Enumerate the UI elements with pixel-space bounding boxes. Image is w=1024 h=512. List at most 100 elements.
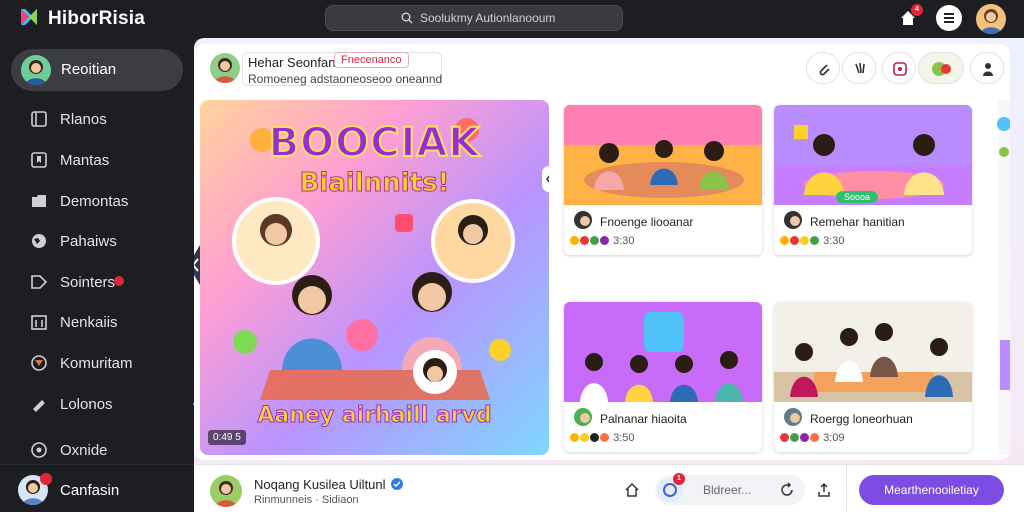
featured-duration: 0:49 5 [208, 430, 246, 445]
app-name[interactable]: HiborRisia [48, 8, 145, 30]
card-avatar [782, 406, 804, 428]
sidebar-item-label: Nenkaiis [60, 314, 118, 331]
record-button[interactable] [882, 52, 916, 84]
book-icon [31, 111, 47, 127]
card-avatar [572, 209, 594, 231]
folder-icon [32, 195, 46, 207]
card-title: Fnoenge liooanar [600, 215, 694, 229]
divider [846, 465, 847, 512]
paperclip-icon [819, 64, 830, 76]
featured-subtitle: Biailnnits! [299, 168, 450, 199]
bookmark-icon [31, 152, 47, 168]
comment-badge: 1 [673, 473, 685, 485]
sidebar-item-label: Sointers [60, 274, 116, 291]
header-tag[interactable]: Fnecenanco [334, 52, 409, 68]
carousel-next-button[interactable] [542, 166, 549, 192]
top-bar: HiborRisia Soolukmy Autionlanooum 4 [0, 0, 1024, 38]
video-card[interactable]: Fnoenge liooanar 3:30 [564, 105, 762, 255]
comment-placeholder: Bldreer... [703, 483, 752, 497]
card-chip: Soooa [836, 191, 879, 203]
channel-avatar[interactable] [210, 475, 242, 507]
app-logo[interactable] [18, 6, 40, 28]
sidebar-item-active[interactable]: Reoitian [11, 49, 183, 91]
attach-button[interactable] [806, 52, 840, 84]
card-meta: 3:30 [570, 235, 634, 247]
card-meta: 3:09 [780, 432, 844, 444]
tag-icon [31, 275, 48, 289]
sidebar-item-5[interactable]: Sointers [30, 271, 190, 295]
chevron-left-icon [194, 245, 200, 285]
video-thumbnail [564, 302, 762, 402]
sidebar-item-7[interactable]: Komuritam [30, 352, 190, 376]
sidebar-item-label: Rlanos [60, 111, 107, 128]
card-meta: 3:50 [570, 432, 634, 444]
home-icon[interactable] [624, 482, 640, 498]
refresh-icon[interactable] [779, 482, 795, 498]
card-title: Remehar hanitian [810, 215, 905, 229]
video-thumbnail [774, 302, 972, 402]
sidebar-item-label: Lolonos [60, 396, 113, 413]
primary-action-button[interactable]: Mearthenooiletiay [859, 475, 1004, 505]
sidebar-user-badge [40, 473, 52, 485]
sidebar-item-1[interactable]: Rlanos [30, 108, 190, 132]
channel-subtitle: Rinmunneis · Sidiaon [254, 494, 359, 506]
sidebar-user-label: Canfasin [60, 482, 120, 499]
sidebar-item-9[interactable]: Oxnide [30, 439, 190, 463]
content-panel: Hehar Seonfan Fnecenanco Romoeneg adstao… [194, 44, 1010, 460]
channel-name[interactable]: Noqang Kusilea Uiltunl [254, 477, 386, 492]
search-icon [401, 12, 413, 24]
card-meta: 3:30 [780, 235, 844, 247]
reaction-button[interactable] [918, 52, 964, 84]
video-card[interactable]: Soooa Remehar hanitian 3:30 [774, 105, 972, 255]
sidebar-active-avatar [21, 55, 51, 85]
featured-title: BOOCIAK [268, 119, 481, 167]
sidebar-item-2[interactable]: Mantas [30, 149, 190, 173]
card-title: Roergg loneorhuan [810, 412, 913, 426]
clap-button[interactable] [842, 52, 876, 84]
sidebar-active-label: Reoitian [61, 61, 117, 78]
emoji-icon [932, 62, 951, 76]
sidebar-item-6[interactable]: Nenkaiis [30, 311, 190, 335]
main-content: Hehar Seonfan Fnecenanco Romoeneg adstao… [194, 38, 1024, 464]
home-button[interactable]: 4 [898, 4, 923, 28]
sidebar-item-badge [114, 276, 124, 286]
sidebar-item-4[interactable]: Pahaiws [30, 230, 190, 254]
card-avatar [782, 209, 804, 231]
bottom-bar: Noqang Kusilea Uiltunl Rinmunneis · Sidi… [194, 464, 1024, 512]
featured-caption: Aaney airhaill arvd [257, 403, 492, 429]
header-avatar[interactable] [210, 53, 240, 83]
person-icon [983, 63, 993, 76]
comment-input[interactable]: 1 Bldreer... [655, 473, 805, 505]
carousel-prev-button[interactable] [194, 245, 210, 285]
share-icon[interactable] [816, 482, 832, 498]
sidebar-user[interactable]: Canfasin [0, 464, 194, 512]
header-subtitle: Romoeneg adstaoneoseoo oneannd [248, 72, 443, 86]
community-icon [31, 355, 47, 371]
sidebar-item-label: Demontas [60, 193, 129, 210]
settings-icon [31, 442, 47, 458]
globe-icon [32, 234, 46, 248]
sidebar-item-3[interactable]: Demontas [30, 190, 190, 214]
video-card[interactable]: Palnanar hiaoita 3:50 [564, 302, 762, 452]
video-card[interactable]: Roergg loneorhuan 3:09 [774, 302, 972, 452]
sidebar-item-label: Oxnide [60, 442, 108, 459]
sidebar: Reoitian Rlanos Mantas Demontas Pahaiws … [0, 38, 201, 464]
record-icon [893, 62, 907, 76]
sidebar-item-8[interactable]: Lolonos [30, 393, 201, 417]
menu-icon [944, 13, 954, 23]
notification-badge: 4 [911, 4, 923, 16]
profile-action-button[interactable] [970, 52, 1004, 84]
menu-button[interactable] [936, 5, 962, 31]
featured-video[interactable]: BOOCIAK Biailnnits! Aaney airhaill arvd … [200, 100, 549, 455]
sidebar-item-label: Mantas [60, 152, 110, 169]
megaphone-icon [33, 400, 45, 412]
video-thumbnail [564, 105, 762, 205]
profile-avatar-image [976, 4, 1006, 34]
header-name[interactable]: Hehar Seonfan [248, 55, 335, 70]
search-placeholder: Soolukmy Autionlanooum [420, 11, 556, 25]
sidebar-item-label: Pahaiws [60, 233, 117, 250]
calendar-icon [31, 315, 47, 330]
search-input[interactable]: Soolukmy Autionlanooum [325, 5, 623, 31]
profile-avatar[interactable] [976, 4, 1006, 34]
card-avatar [572, 406, 594, 428]
